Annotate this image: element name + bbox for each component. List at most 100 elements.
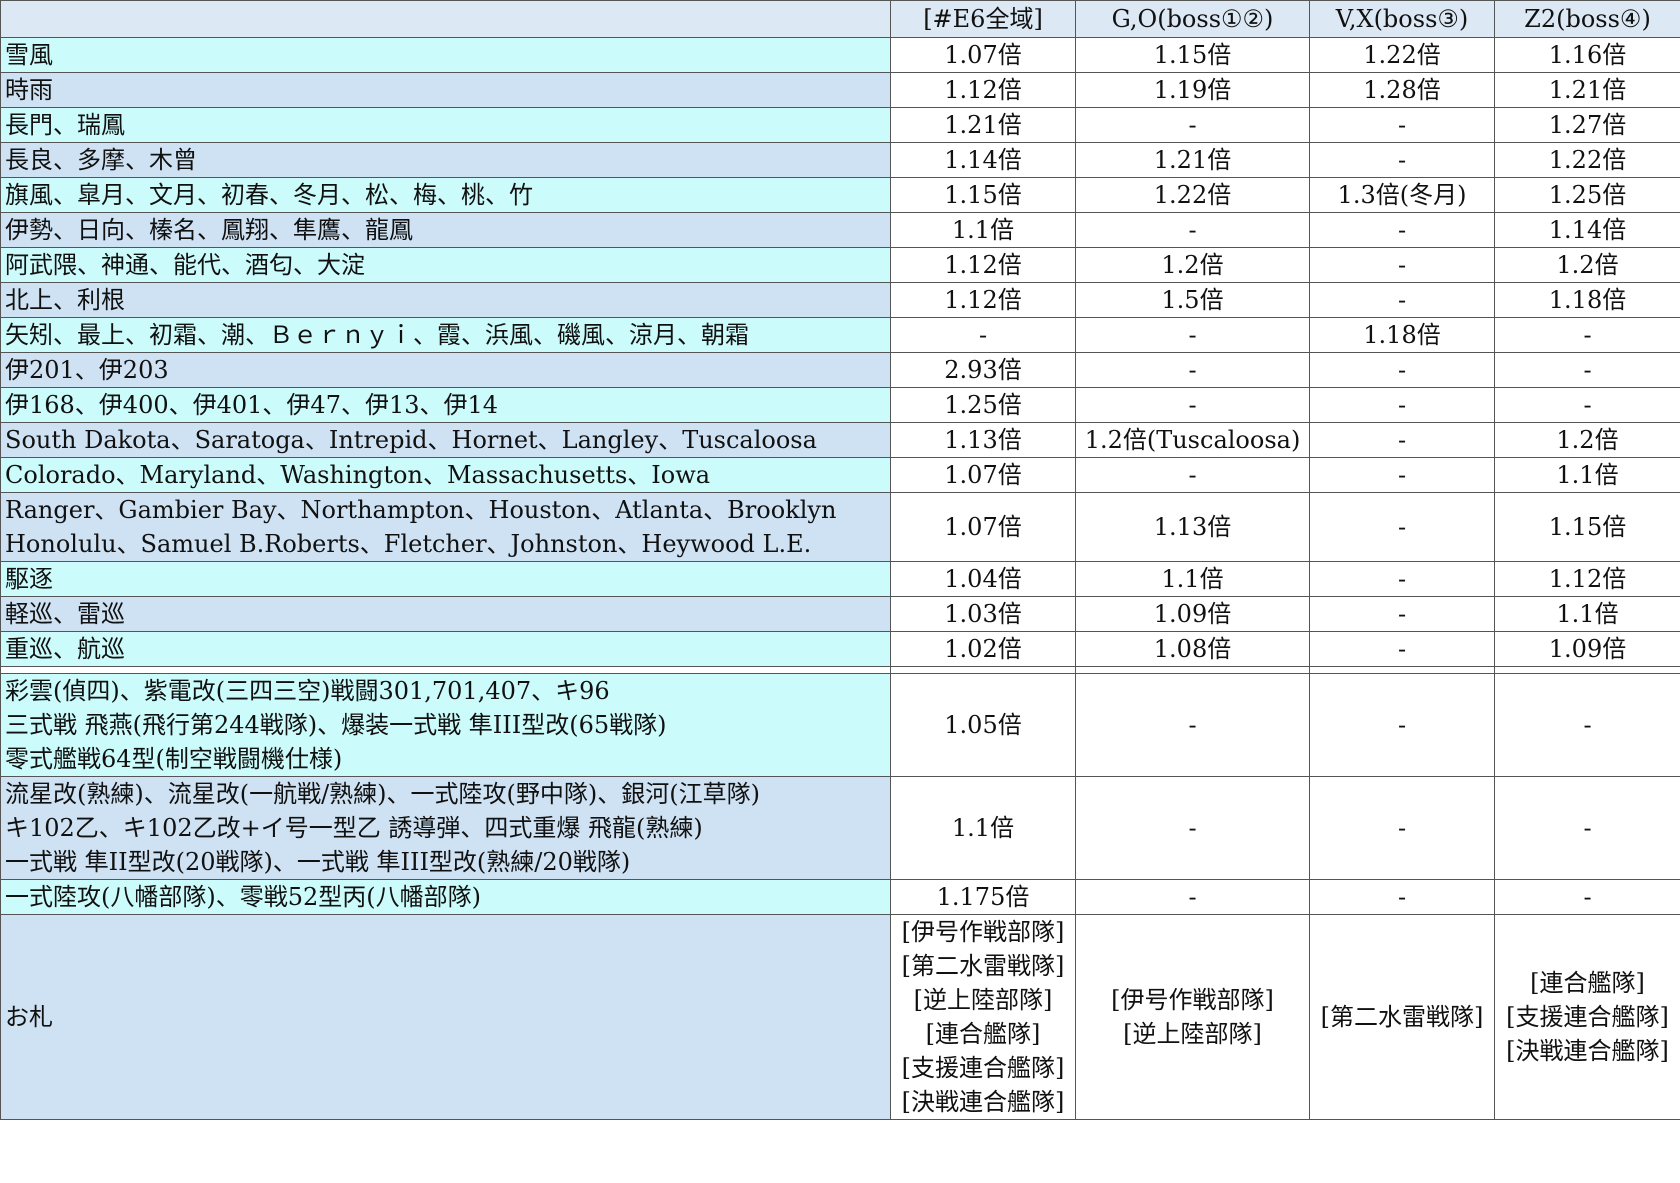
divider-cell: [890, 666, 1076, 674]
multiplier-cell: -: [1309, 776, 1495, 880]
multiplier-cell: -: [1309, 596, 1495, 632]
multiplier-cell: 1.2倍(Tuscaloosa): [1075, 422, 1310, 458]
multiplier-cell: 1.21倍: [1075, 142, 1310, 178]
multiplier-cell: 1.14倍: [890, 142, 1076, 178]
multiplier-cell: 1.2倍: [1494, 422, 1680, 458]
row-label-line: 北上、利根: [5, 286, 125, 314]
row-label-cell: 矢矧、最上、初霜、潮、Ｂｅｒｎｙｉ、霞、浜風、磯風、涼月、朝霜: [0, 317, 891, 353]
multiplier-cell: 1.04倍: [890, 561, 1076, 597]
table-row: 伊168、伊400、伊401、伊47、伊13、伊14 1.25倍 - - -: [0, 387, 1680, 423]
multiplier-cell: 1.1倍: [1494, 457, 1680, 493]
multiplier-cell: -: [1075, 317, 1310, 353]
multiplier-cell: -: [1075, 107, 1310, 143]
header-cell-vx: V,X(boss③): [1309, 0, 1495, 38]
row-label-cell: Ranger、Gambier Bay、Northampton、Houston、A…: [0, 492, 891, 562]
row-label-cell: 重巡、航巡: [0, 631, 891, 667]
row-label-cell: 旗風、皐月、文月、初春、冬月、松、梅、桃、竹: [0, 177, 891, 213]
header-cell-e6: [#E6全域]: [890, 0, 1076, 38]
multiplier-cell: -: [1309, 247, 1495, 283]
row-label-line: キ102乙、キ102乙改+イ号一型乙 誘導弾、四式重爆 飛龍(熟練): [5, 814, 703, 842]
row-label-cell: 時雨: [0, 72, 891, 108]
multiplier-cell: 1.21倍: [890, 107, 1076, 143]
multiplier-cell: -: [1309, 673, 1495, 777]
row-label-line: 伊201、伊203: [5, 356, 169, 384]
row-label-cell: 一式陸攻(八幡部隊)、零戦52型丙(八幡部隊): [0, 879, 891, 915]
table-row: 伊勢、日向、榛名、鳳翔、隼鷹、龍鳳 1.1倍 - -1.14倍: [0, 212, 1680, 248]
multiplier-cell: 1.22倍: [1075, 177, 1310, 213]
row-label-line: 重巡、航巡: [5, 635, 125, 663]
header-row: [#E6全域] G,O(boss①②) V,X(boss③) Z2(boss④): [0, 0, 1680, 38]
multiplier-cell: -: [1075, 457, 1310, 493]
table-row: 流星改(熟練)、流星改(一航戦/熟練)、一式陸攻(野中隊)、銀河(江草隊) キ10…: [0, 776, 1680, 880]
multiplier-cell: -: [890, 317, 1076, 353]
multiplier-cell: 1.3倍(冬月): [1309, 177, 1495, 213]
row-label-line: Honolulu、Samuel B.Roberts、Fletcher、Johns…: [5, 530, 812, 558]
row-label-line: Ranger、Gambier Bay、Northampton、Houston、A…: [5, 496, 837, 524]
tag-label: [支援連合艦隊]: [901, 1054, 1065, 1082]
multiplier-cell: 1.28倍: [1309, 72, 1495, 108]
multiplier-cell: 1.13倍: [1075, 492, 1310, 562]
multiplier-cell: -: [1075, 776, 1310, 880]
multiplier-cell: -: [1075, 673, 1310, 777]
multiplier-cell: -: [1309, 387, 1495, 423]
row-label-line: 伊勢、日向、榛名、鳳翔、隼鷹、龍鳳: [5, 216, 413, 244]
row-label-line: 旗風、皐月、文月、初春、冬月、松、梅、桃、竹: [5, 181, 533, 209]
multiplier-cell: -: [1309, 352, 1495, 388]
multiplier-cell: 1.2倍: [1075, 247, 1310, 283]
tags-cell: [連合艦隊] [支援連合艦隊] [決戦連合艦隊]: [1494, 914, 1680, 1120]
row-label-line: 駆逐: [5, 565, 53, 593]
tags-cell: [第二水雷戦隊]: [1309, 914, 1495, 1120]
multiplier-cell: -: [1075, 352, 1310, 388]
multiplier-cell: -: [1494, 776, 1680, 880]
multiplier-cell: 2.93倍: [890, 352, 1076, 388]
multiplier-cell: -: [1309, 107, 1495, 143]
tag-label: [伊号作戦部隊]: [1111, 986, 1274, 1014]
row-label-cell: 長良、多摩、木曾: [0, 142, 891, 178]
table-row: 一式陸攻(八幡部隊)、零戦52型丙(八幡部隊) 1.175倍 - - -: [0, 879, 1680, 915]
tags-cell: [伊号作戦部隊] [逆上陸部隊]: [1075, 914, 1310, 1120]
row-label-line: 一式戦 隼II型改(20戦隊)、一式戦 隼III型改(熟練/20戦隊): [5, 848, 631, 876]
multiplier-cell: 1.27倍: [1494, 107, 1680, 143]
table-row: 北上、利根 1.12倍 1.5倍 -1.18倍: [0, 282, 1680, 318]
tag-label: [支援連合艦隊]: [1506, 1003, 1669, 1031]
multiplier-cell: 1.18倍: [1309, 317, 1495, 353]
divider-cell: [0, 666, 891, 674]
table-row: South Dakota、Saratoga、Intrepid、Hornet、La…: [0, 422, 1680, 458]
multiplier-cell: 1.15倍: [1494, 492, 1680, 562]
table-row: 長門、瑞鳳 1.21倍 - -1.27倍: [0, 107, 1680, 143]
row-label-line: Colorado、Maryland、Washington、Massachuset…: [5, 461, 711, 489]
multiplier-cell: 1.25倍: [890, 387, 1076, 423]
multiplier-cell: 1.07倍: [890, 457, 1076, 493]
multiplier-cell: 1.13倍: [890, 422, 1076, 458]
multiplier-cell: -: [1309, 422, 1495, 458]
row-label-cell: 流星改(熟練)、流星改(一航戦/熟練)、一式陸攻(野中隊)、銀河(江草隊) キ10…: [0, 776, 891, 880]
table-row: 駆逐 1.04倍 1.1倍 -1.12倍: [0, 561, 1680, 597]
table-row: 軽巡、雷巡 1.03倍 1.09倍 -1.1倍: [0, 596, 1680, 632]
header-cell-go: G,O(boss①②): [1075, 0, 1310, 38]
row-label-line: South Dakota、Saratoga、Intrepid、Hornet、La…: [5, 426, 817, 454]
multiplier-cell: -: [1494, 673, 1680, 777]
row-label-line: 伊168、伊400、伊401、伊47、伊13、伊14: [5, 391, 499, 419]
header-cell-z2: Z2(boss④): [1494, 0, 1680, 38]
multiplier-cell: 1.175倍: [890, 879, 1076, 915]
multiplier-cell: 1.15倍: [890, 177, 1076, 213]
multiplier-cell: 1.1倍: [890, 212, 1076, 248]
multiplier-cell: 1.02倍: [890, 631, 1076, 667]
multiplier-cell: 1.12倍: [890, 72, 1076, 108]
table-row: 時雨 1.12倍 1.19倍 1.28倍 1.21倍: [0, 72, 1680, 108]
row-label-line: 零式艦戦64型(制空戦闘機仕様): [5, 745, 343, 773]
row-label-cell: 伊168、伊400、伊401、伊47、伊13、伊14: [0, 387, 891, 423]
row-label-cell: 伊勢、日向、榛名、鳳翔、隼鷹、龍鳳: [0, 212, 891, 248]
bonus-table: [#E6全域] G,O(boss①②) V,X(boss③) Z2(boss④)…: [0, 0, 1680, 1120]
multiplier-cell: -: [1494, 879, 1680, 915]
multiplier-cell: 1.03倍: [890, 596, 1076, 632]
tag-label: [連合艦隊]: [1530, 969, 1645, 997]
row-label-cell: 駆逐: [0, 561, 891, 597]
multiplier-cell: 1.16倍: [1494, 37, 1680, 73]
tag-label: [逆上陸部隊]: [1123, 1020, 1262, 1048]
row-label-cell: 雪風: [0, 37, 891, 73]
table-row: Colorado、Maryland、Washington、Massachuset…: [0, 457, 1680, 493]
multiplier-cell: -: [1309, 282, 1495, 318]
multiplier-cell: -: [1494, 387, 1680, 423]
multiplier-cell: 1.07倍: [890, 492, 1076, 562]
